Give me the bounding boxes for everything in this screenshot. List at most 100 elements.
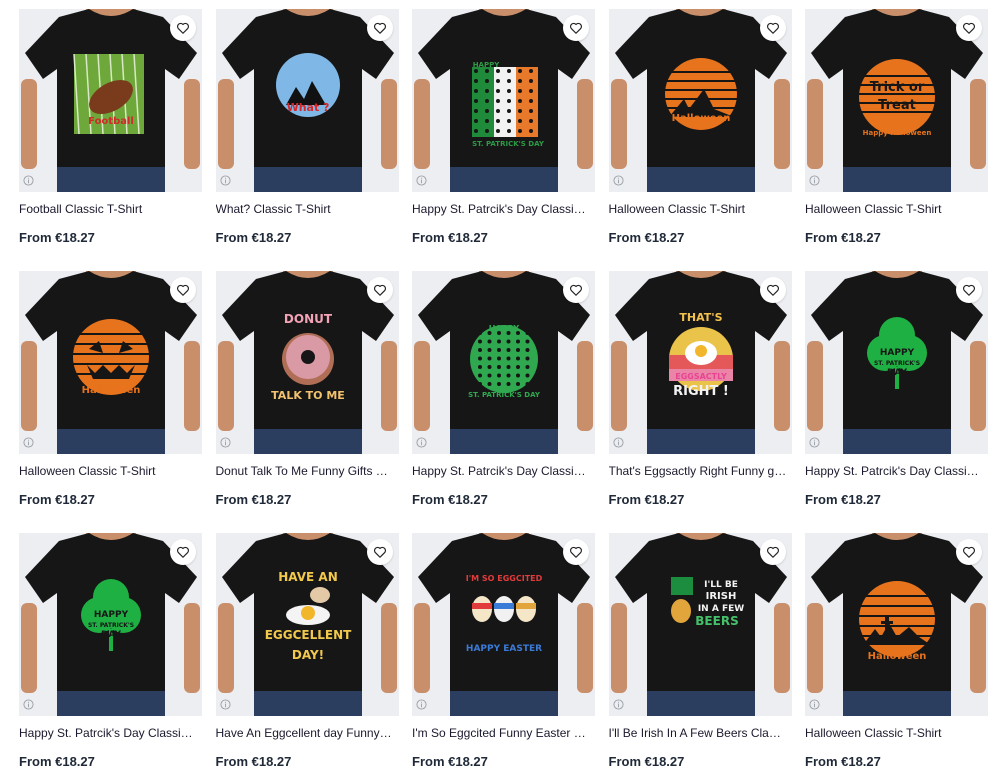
product-card[interactable]: What ? What? Classic T-Shirt From €18.27 [215,9,399,259]
favorite-button[interactable] [563,539,589,565]
product-card[interactable]: THAT'S EGGSACTLY RIGHT ! That's Eggsactly R… [608,271,792,521]
product-card[interactable]: Football Football Classic T-Shirt From €18… [19,9,202,259]
favorite-button[interactable] [366,15,393,41]
product-image[interactable]: Football [19,9,202,192]
favorite-button[interactable] [956,539,982,565]
product-image[interactable]: DONUT TALK TO ME [215,271,399,454]
info-icon[interactable] [416,437,427,448]
favorite-button[interactable] [366,539,393,565]
product-title[interactable]: Happy St. Patrcik's Day Classic T-Shirt [19,726,197,740]
favorite-button[interactable] [170,277,196,303]
favorite-button[interactable] [759,539,786,565]
info-icon[interactable] [23,437,34,448]
product-title[interactable]: That's Eggsactly Right Funny gifts Class… [609,464,787,478]
design-text: HAPPY EASTER [466,644,542,654]
product-price: From €18.27 [608,230,685,245]
info-icon[interactable] [23,175,34,186]
design-text: HAPPY [473,61,501,69]
product-price: From €18.27 [805,230,881,245]
product-card[interactable]: HAPPY ST. PATRICK'S DAY Happy St. Patrcik'… [412,271,595,521]
product-title[interactable]: Football Classic T-Shirt [19,202,197,216]
info-icon[interactable] [612,175,624,186]
heart-icon [177,546,189,558]
favorite-button[interactable] [956,277,982,303]
favorite-button[interactable] [170,539,196,565]
product-image[interactable]: Trick or Treat Happy Halloween [805,9,988,192]
design-text: IRISH [705,591,736,602]
product-title[interactable]: I'm So Eggcited Funny Easter Gifts Class… [412,726,590,740]
product-title[interactable]: What? Classic T-Shirt [216,202,394,216]
favorite-button[interactable] [956,15,982,41]
favorite-button[interactable] [563,277,589,303]
product-title[interactable]: I'll Be Irish In A Few Beers Classic T-S… [609,726,787,740]
info-icon[interactable] [416,175,427,186]
design-text: BEERS [695,614,738,628]
product-image[interactable]: HAPPY ST. PATRICK'S DAY [412,9,595,192]
product-price: From €18.27 [805,492,881,507]
info-icon[interactable] [809,175,820,186]
product-image[interactable]: Halloween [19,271,202,454]
product-card[interactable]: DONUT TALK TO ME Donut Talk To Me Funny Gi… [215,271,399,521]
design-text: ST. PATRICK'S [874,360,920,367]
product-image[interactable]: HAPPY ST. PATRICK'S DAY [412,271,595,454]
design-text: HAPPY [880,348,915,358]
product-price: From €18.27 [19,230,95,245]
info-icon[interactable] [416,699,427,710]
design-text: HAPPY [489,324,520,333]
favorite-button[interactable] [366,277,393,303]
product-image[interactable]: I'M SO EGGCITED HAPPY EASTER [412,533,595,716]
product-image[interactable]: Halloween [805,533,988,716]
product-card[interactable]: Halloween Halloween Classic T-Shirt From €… [19,271,202,521]
design-text: ST. PATRICK'S [88,622,134,629]
info-icon[interactable] [809,437,820,448]
product-image[interactable]: THAT'S EGGSACTLY RIGHT ! [608,271,792,454]
heart-icon [963,284,975,296]
product-title[interactable]: Halloween Classic T-Shirt [805,726,983,740]
product-image[interactable]: HAPPY ST. PATRICK'S DAY [19,533,202,716]
info-icon[interactable] [612,699,624,710]
shirt-design: Halloween [664,58,737,130]
product-card[interactable]: HAPPY ST. PATRICK'S DAY Happy St. Patrcik's… [19,533,202,783]
product-price: From €18.27 [215,492,292,507]
info-icon[interactable] [219,175,231,186]
heart-icon [373,546,386,558]
info-icon[interactable] [23,699,34,710]
heart-icon [570,22,582,34]
product-title[interactable]: Halloween Classic T-Shirt [19,464,197,478]
design-text: HAPPY [94,610,129,620]
product-image[interactable]: HAVE AN EGGCELLENT DAY! [215,533,399,716]
product-title[interactable]: Happy St. Patrcik's Day Classic T-Shirt [805,464,983,478]
product-title[interactable]: Halloween Classic T-Shirt [805,202,983,216]
product-title[interactable]: Happy St. Patrcik's Day Classic T-Shirt [412,202,590,216]
product-title[interactable]: Have An Eggcellent day Funny gifts Class… [216,726,394,740]
product-image[interactable]: What ? [215,9,399,192]
info-icon[interactable] [219,437,231,448]
heart-icon [963,546,975,558]
product-card[interactable]: Trick or Treat Happy Halloween Halloween Cl… [805,9,988,259]
info-icon[interactable] [809,699,820,710]
favorite-button[interactable] [759,15,786,41]
info-icon[interactable] [219,699,231,710]
product-title[interactable]: Halloween Classic T-Shirt [609,202,787,216]
product-card[interactable]: Halloween Halloween Classic T-Shirt From €… [805,533,988,783]
product-price: From €18.27 [215,230,292,245]
product-title[interactable]: Donut Talk To Me Funny Gifts Classic T-S… [216,464,394,478]
favorite-button[interactable] [759,277,786,303]
product-title[interactable]: Happy St. Patrcik's Day Classic T-Shirt [412,464,590,478]
product-image[interactable]: Halloween [608,9,792,192]
design-text: THAT'S [679,311,722,324]
product-price: From €18.27 [215,754,292,769]
product-card[interactable]: HAVE AN EGGCELLENT DAY! Have An Eggcellent … [215,533,399,783]
product-image[interactable]: HAPPY ST. PATRICK'S DAY [805,271,988,454]
favorite-button[interactable] [563,15,589,41]
product-card[interactable]: I'M SO EGGCITED HAPPY EASTER I'm So Eggcit… [412,533,595,783]
favorite-button[interactable] [170,15,196,41]
product-card[interactable]: HAPPY ST. PATRICK'S DAY Happy St. Patrcik's… [805,271,988,521]
product-card[interactable]: I'LL BE IRISH IN A FEW BEERS I'll Be Irish I… [608,533,792,783]
product-card[interactable]: HAPPY ST. PATRICK'S DAY Happy St. Patrcik'… [412,9,595,259]
product-price: From €18.27 [412,754,488,769]
product-image[interactable]: I'LL BE IRISH IN A FEW BEERS [608,533,792,716]
design-text: What ? [286,101,329,114]
info-icon[interactable] [612,437,624,448]
product-card[interactable]: Halloween Halloween Classic T-Shirt From €… [608,9,792,259]
